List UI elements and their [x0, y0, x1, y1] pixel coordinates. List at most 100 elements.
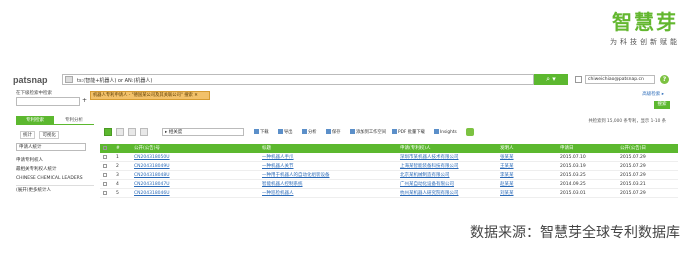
table-row[interactable]: 5 CN204318046U 一种巡检机器人 杭州某机器人研究院有限公司 刘某某… [100, 189, 678, 198]
application-date: 2014.09.25 [560, 182, 586, 187]
help-icon[interactable]: ? [660, 75, 669, 84]
publication-date: 2015.07.29 [620, 164, 646, 169]
workspace-icon [350, 129, 355, 134]
active-query-chip[interactable]: 机器人专利申请人 - "德国某公司及其关联公司" 搜索 ✕ [90, 91, 210, 100]
go-button[interactable]: 搜索 [654, 101, 670, 109]
title-link[interactable]: 一种机器人手爪 [262, 153, 392, 162]
title-link[interactable]: 一种机器人关节 [262, 162, 392, 171]
tab-patent-search[interactable]: 专利检索 [16, 116, 54, 125]
row-checkbox[interactable] [103, 153, 113, 162]
results-count: 共检索到 15,000 条专利，显示 1-10 条 [588, 119, 666, 124]
table-row[interactable]: 1 CN204318050U 一种机器人手爪 深圳市某机器人技术有限公司 张某某… [100, 153, 678, 162]
title-link[interactable]: 一种巡检机器人 [262, 189, 392, 198]
image-view-icon[interactable] [128, 128, 136, 136]
inventor-link[interactable]: 赵某某 [500, 180, 550, 189]
col-header[interactable]: 标题 [262, 144, 392, 153]
list-item[interactable]: 申请专利权人 [16, 156, 94, 165]
account-icon[interactable] [575, 76, 582, 83]
brand-logo: 智慧芽 为科技创新赋能 [610, 10, 680, 47]
inventor-link[interactable]: 李某某 [500, 171, 550, 180]
patent-number-link[interactable]: CN204318050U [134, 153, 244, 162]
list-item[interactable]: CHINESE CHEMICAL LEADERS [16, 174, 94, 183]
stat-type-select[interactable]: 申请人统计 [16, 143, 86, 151]
analyze-button[interactable]: 分析 [302, 129, 317, 135]
select-all-checkbox[interactable] [103, 144, 113, 153]
inventor-link[interactable]: 王某某 [500, 162, 550, 171]
col-header[interactable]: 申请日 [560, 144, 616, 153]
title-link[interactable]: 一种用于机器人的自动化组装设备 [262, 171, 392, 180]
tool-label: 保存 [332, 130, 341, 135]
row-checkbox[interactable] [103, 180, 113, 189]
export-button[interactable]: 导出 [278, 129, 293, 135]
table-header: # 公开(公告)号 标题 申请(专利权)人 发明人 申请日 公开(公告)日 [100, 144, 678, 153]
table-view-icon[interactable] [104, 128, 112, 136]
col-header[interactable]: 公开(公告)号 [134, 144, 244, 153]
col-header: # [116, 146, 120, 151]
col-header[interactable]: 公开(公告)日 [620, 144, 676, 153]
insights-icon [434, 129, 439, 134]
tool-label: PDF 批量下载 [398, 130, 425, 135]
tool-label: 分析 [308, 130, 317, 135]
inventor-link[interactable]: 张某某 [500, 153, 550, 162]
assignee-link[interactable]: 杭州某机器人研究院有限公司 [400, 189, 490, 198]
patent-number-link[interactable]: CN204318047U [134, 180, 244, 189]
publication-date: 2015.03.21 [620, 182, 646, 187]
assignee-link[interactable]: 上海某智能装备科技有限公司 [400, 162, 490, 171]
search-input[interactable] [77, 76, 527, 84]
sub-search-input[interactable] [16, 97, 80, 106]
col-header[interactable]: 发明人 [500, 144, 550, 153]
download-icon [254, 129, 259, 134]
row-number: 1 [116, 155, 119, 160]
tool-label: 添加到工作空间 [356, 130, 387, 135]
row-number: 3 [116, 173, 119, 178]
search-button[interactable]: ⌕ ▾ [534, 74, 568, 85]
search-type-icon[interactable] [65, 76, 73, 83]
left-panel: 专利检索 专利分析 统计 可视化 申请人统计 申请专利权人 最相关专利权人统计 … [10, 114, 96, 214]
pdf-icon [392, 129, 397, 134]
save-button[interactable]: 保存 [326, 129, 341, 135]
add-condition-button[interactable]: + [82, 97, 87, 104]
patent-number-link[interactable]: CN204318049U [134, 162, 244, 171]
row-checkbox[interactable] [103, 162, 113, 171]
pdf-download-button[interactable]: PDF 批量下载 [392, 129, 425, 135]
insights-button[interactable]: Insights [434, 129, 457, 135]
analyze-icon [302, 129, 307, 134]
assignee-link[interactable]: 北京某机械制造有限公司 [400, 171, 490, 180]
search-box[interactable] [62, 74, 534, 85]
assignee-link[interactable]: 深圳市某机器人技术有限公司 [400, 153, 490, 162]
results-table: # 公开(公告)号 标题 申请(专利权)人 发明人 申请日 公开(公告)日 1 … [100, 144, 678, 198]
patsnap-logo[interactable]: patsnap [13, 75, 48, 85]
patent-number-link[interactable]: CN204318046U [134, 189, 244, 198]
visual-button[interactable]: 可视化 [39, 131, 59, 139]
table-row[interactable]: 2 CN204318049U 一种机器人关节 上海某智能装备科技有限公司 王某某… [100, 162, 678, 171]
row-number: 4 [116, 182, 119, 187]
application-date: 2015.07.10 [560, 155, 586, 160]
inventor-link[interactable]: 刘某某 [500, 189, 550, 198]
left-sort-buttons: 统计 可视化 [20, 131, 62, 139]
table-row[interactable]: 4 CN204318047U 智能机器人控制系统 广州某自动化设备有限公司 赵某… [100, 180, 678, 189]
account-select[interactable]: chiweichiao@patsnap.cn [585, 75, 655, 84]
list-item[interactable]: (展开)更多统计人 [16, 185, 94, 195]
add-workspace-button[interactable]: 添加到工作空间 [350, 129, 386, 135]
row-checkbox[interactable] [103, 189, 113, 198]
query-row: 在下级检索中检索 + 机器人专利申请人 - "德国某公司及其关联公司" 搜索 ✕… [10, 89, 680, 111]
left-tabs: 专利检索 专利分析 [16, 116, 94, 125]
tab-patent-analysis[interactable]: 专利分析 [56, 116, 92, 125]
patsnap-screenshot: patsnap ⌕ ▾ chiweichiao@patsnap.cn ? 在下级… [10, 70, 680, 215]
title-link[interactable]: 智能机器人控制系统 [262, 180, 392, 189]
stats-button[interactable]: 统计 [20, 131, 35, 139]
gear-icon[interactable] [466, 128, 474, 136]
list-view-icon[interactable] [116, 128, 124, 136]
assignee-link[interactable]: 广州某自动化设备有限公司 [400, 180, 490, 189]
chart-view-icon[interactable] [140, 128, 148, 136]
list-item[interactable]: 最相关专利权人统计 [16, 165, 94, 174]
row-checkbox[interactable] [103, 171, 113, 180]
checkbox-icon [103, 172, 107, 177]
patent-number-link[interactable]: CN204318048U [134, 171, 244, 180]
top-bar: patsnap ⌕ ▾ chiweichiao@patsnap.cn ? [10, 72, 680, 88]
col-header[interactable]: 申请(专利权)人 [400, 144, 490, 153]
download-button[interactable]: 下载 [254, 129, 269, 135]
table-row[interactable]: 3 CN204318048U 一种用于机器人的自动化组装设备 北京某机械制造有限… [100, 171, 678, 180]
sort-select[interactable]: ▸ 相关度 [162, 128, 244, 136]
advanced-search-link[interactable]: 高级检索 ▸ [642, 91, 664, 97]
